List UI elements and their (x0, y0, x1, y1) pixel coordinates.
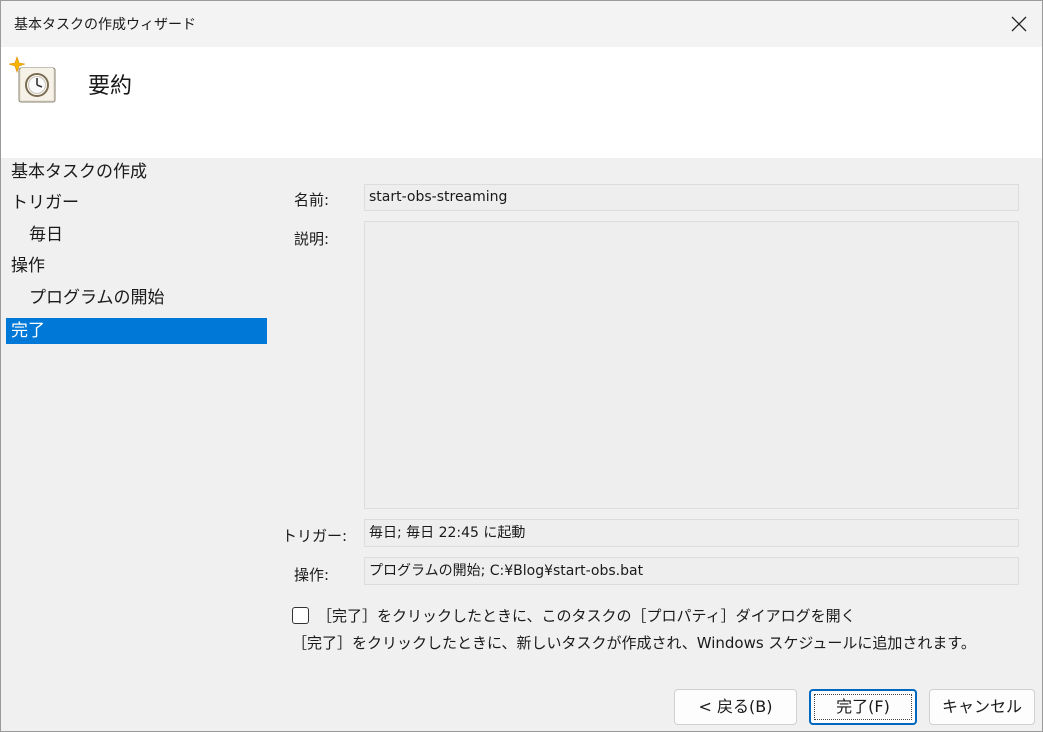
trigger-field: 毎日; 毎日 22:45 に起動 (364, 519, 1019, 547)
action-label: 操作: (294, 566, 330, 584)
task-scheduler-clock-icon (9, 56, 56, 103)
close-icon (1011, 16, 1027, 32)
nav-item-start-program: プログラムの開始 (29, 288, 165, 308)
cancel-button[interactable]: キャンセル (929, 689, 1035, 725)
nav-item-create-basic-task: 基本タスクの作成 (11, 162, 147, 182)
focus-indicator (814, 694, 912, 720)
description-field[interactable] (364, 221, 1019, 509)
open-properties-label[interactable]: ［完了］をクリックしたときに、このタスクの［プロパティ］ダイアログを開く (317, 605, 856, 626)
trigger-label: トリガー: (282, 527, 348, 545)
nav-item-trigger: トリガー (11, 193, 79, 213)
window-title: 基本タスクの作成ウィザード (14, 17, 196, 33)
wizard-window: 基本タスクの作成ウィザード 要約 基本タスクの作成 トリガー 毎日 操作 プログ (0, 0, 1043, 732)
back-button[interactable]: < 戻る(B) (674, 689, 797, 725)
finish-button[interactable]: 完了(F) (809, 689, 917, 725)
wizard-header: 要約 (1, 47, 1042, 158)
title-bar: 基本タスクの作成ウィザード (1, 1, 1042, 47)
nav-item-finish: 完了 (6, 318, 267, 344)
info-text: ［完了］をクリックしたときに、新しいタスクが作成され、Windows スケジュー… (292, 634, 976, 652)
action-field: プログラムの開始; C:¥Blog¥start-obs.bat (364, 557, 1019, 585)
nav-item-action: 操作 (11, 256, 45, 276)
page-title: 要約 (88, 74, 133, 99)
name-label: 名前: (294, 191, 330, 209)
nav-item-daily: 毎日 (29, 225, 63, 245)
close-button[interactable] (996, 1, 1042, 47)
description-label: 説明: (294, 230, 330, 248)
open-properties-checkbox[interactable] (292, 607, 309, 624)
name-field: start-obs-streaming (364, 184, 1019, 211)
